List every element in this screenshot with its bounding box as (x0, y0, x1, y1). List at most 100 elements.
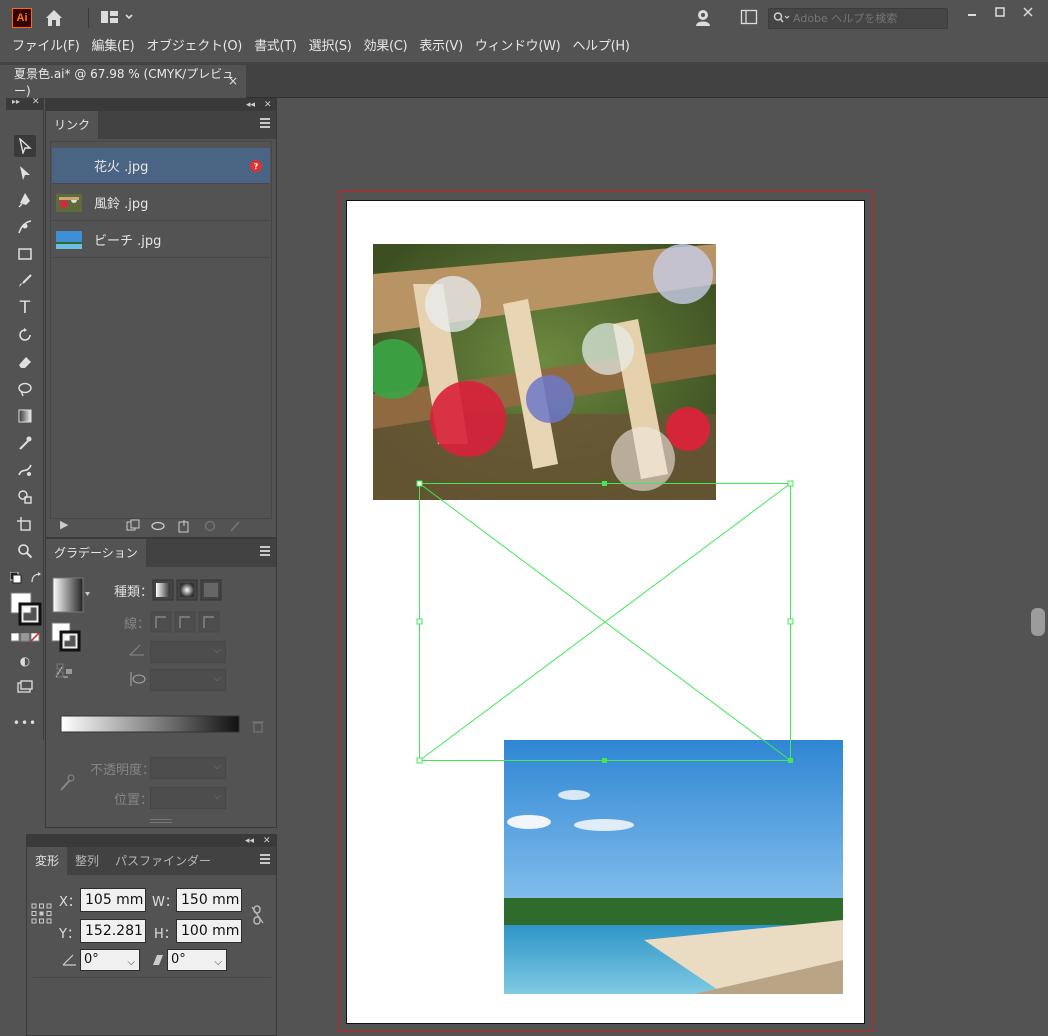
panel-menu-icon[interactable] (260, 118, 270, 128)
scrollbar-thumb[interactable] (1031, 608, 1045, 636)
reference-point-icon[interactable] (31, 903, 53, 925)
draw-mode-icon[interactable]: ◐ (14, 650, 36, 672)
menu-effect[interactable]: 効果(C) (358, 36, 414, 58)
rotate-icon (61, 953, 77, 971)
transform-panel-header[interactable]: ◂◂ ✕ (27, 835, 276, 847)
rotate-dropdown[interactable]: 0° ⌵ (80, 949, 140, 971)
link-actions-icons[interactable] (126, 519, 246, 533)
tools-panel: ▸▸ ✕ T ◐ ••• (6, 97, 44, 740)
gradient-preview-swatch[interactable] (52, 577, 92, 617)
minimize-button[interactable] (958, 2, 986, 22)
beach-image[interactable] (504, 740, 843, 994)
selection-tool-icon[interactable] (14, 135, 36, 157)
gradient-type-buttons[interactable] (152, 579, 224, 601)
app-logo: Ai (12, 8, 32, 28)
close-icon[interactable]: ✕ (263, 835, 271, 847)
paintbrush-tool-icon[interactable] (14, 270, 36, 292)
swap-colors-icon[interactable] (30, 572, 42, 588)
angle-dropdown[interactable]: ⌵ (150, 641, 226, 663)
link-item-furin[interactable]: 風鈴 .jpg (52, 185, 270, 221)
show-options-icon[interactable]: ▶ (60, 518, 68, 531)
windchime-image[interactable] (373, 244, 716, 500)
gradient-slider[interactable] (60, 715, 240, 733)
tab-gradient[interactable]: グラデーション (46, 539, 146, 567)
lasso-tool-icon[interactable] (14, 378, 36, 400)
y-position-field[interactable]: 152.281 mm (80, 919, 146, 943)
more-tools-icon[interactable]: ••• (13, 712, 36, 734)
link-thumbnail (56, 230, 82, 249)
curvature-tool-icon[interactable] (14, 216, 36, 238)
eyedropper-tool-icon[interactable] (14, 432, 36, 454)
menu-view[interactable]: 表示(V) (413, 36, 469, 58)
tab-transform[interactable]: 変形 (27, 847, 68, 875)
tools-panel-header[interactable]: ▸▸ ✕ (6, 97, 43, 110)
close-tab-icon[interactable]: × (228, 74, 238, 88)
title-bar: Ai (0, 0, 1048, 36)
maximize-button[interactable] (986, 2, 1014, 22)
collapse-icon[interactable]: ◂◂ (246, 99, 255, 111)
stroke-gradient-buttons[interactable] (150, 611, 222, 633)
pen-tool-icon[interactable] (14, 189, 36, 211)
search-icon (773, 11, 791, 29)
links-panel-header[interactable]: ◂◂ ✕ (46, 99, 276, 111)
menu-object[interactable]: オブジェクト(O) (140, 36, 248, 58)
delete-stop-icon[interactable] (252, 719, 264, 737)
gradient-panel-tabs: グラデーション (46, 539, 276, 567)
position-dropdown[interactable]: ⌵ (150, 787, 226, 809)
panel-menu-icon[interactable] (260, 546, 270, 556)
tab-pathfinder[interactable]: パスファインダー (107, 847, 219, 875)
menu-select[interactable]: 選択(S) (303, 36, 358, 58)
link-item-hanabi[interactable]: 花火 .jpg ? (52, 148, 270, 184)
workspace-switcher-icon[interactable] (100, 8, 136, 33)
menu-edit[interactable]: 編集(E) (86, 36, 141, 58)
help-search[interactable] (768, 8, 948, 29)
position-label: 位置： (114, 793, 154, 808)
links-panel-tabs: リンク (46, 111, 276, 139)
reverse-gradient-icon[interactable] (56, 661, 76, 681)
gradient-tool-icon[interactable] (14, 405, 36, 427)
shape-builder-tool-icon[interactable] (14, 486, 36, 508)
color-mode-icons[interactable] (10, 632, 41, 647)
eraser-tool-icon[interactable] (14, 351, 36, 373)
resize-grip[interactable] (150, 819, 172, 823)
menu-file[interactable]: ファイル(F) (6, 36, 86, 58)
fill-stroke-swatch[interactable] (10, 592, 42, 630)
opacity-dropdown[interactable]: ⌵ (150, 757, 226, 779)
eyedropper-icon[interactable] (58, 773, 76, 797)
menu-window[interactable]: ウィンドウ(W) (469, 36, 567, 58)
panel-menu-icon[interactable] (260, 854, 270, 864)
blend-tool-icon[interactable] (14, 459, 36, 481)
vertical-scrollbar[interactable] (1030, 98, 1048, 1036)
home-icon[interactable] (44, 8, 64, 33)
aspect-ratio-dropdown[interactable]: ⌵ (150, 669, 226, 691)
selected-placeholder-frame[interactable] (416, 480, 794, 764)
rectangle-tool-icon[interactable] (14, 243, 36, 265)
default-colors-icon[interactable] (9, 571, 22, 588)
artboard-tool-icon[interactable] (14, 513, 36, 535)
zoom-tool-icon[interactable] (14, 540, 36, 562)
height-field[interactable]: 100 mm (176, 919, 242, 943)
transform-panel-tabs: 変形 整列 パスファインダー (27, 847, 276, 875)
close-icon[interactable]: ✕ (32, 97, 40, 107)
menu-help[interactable]: ヘルプ(H) (566, 36, 635, 58)
shear-dropdown[interactable]: 0° ⌵ (167, 949, 227, 971)
help-search-input[interactable] (793, 10, 943, 27)
rotate-tool-icon[interactable] (14, 324, 36, 346)
link-item-beach[interactable]: ビーチ .jpg (52, 222, 270, 258)
user-sync-icon[interactable] (694, 8, 714, 33)
tab-links[interactable]: リンク (46, 111, 99, 139)
type-tool-icon[interactable]: T (14, 297, 36, 319)
direct-selection-tool-icon[interactable] (14, 162, 36, 184)
panel-layout-icon[interactable] (740, 8, 758, 31)
document-tab[interactable]: 夏景色.ai* @ 67.98 % (CMYK/プレビュー) × (0, 65, 246, 98)
menu-type[interactable]: 書式(T) (248, 36, 303, 58)
close-window-button[interactable] (1014, 2, 1042, 22)
collapse-icon[interactable]: ◂◂ (245, 835, 254, 847)
constrain-proportions-icon[interactable] (251, 905, 265, 929)
screen-mode-icon[interactable] (14, 676, 36, 698)
close-icon[interactable]: ✕ (264, 99, 272, 111)
width-field[interactable]: 150 mm (176, 888, 242, 912)
tab-align[interactable]: 整列 (67, 847, 107, 875)
x-position-field[interactable]: 105 mm (80, 888, 146, 912)
expand-icon[interactable]: ▸▸ (12, 97, 20, 106)
